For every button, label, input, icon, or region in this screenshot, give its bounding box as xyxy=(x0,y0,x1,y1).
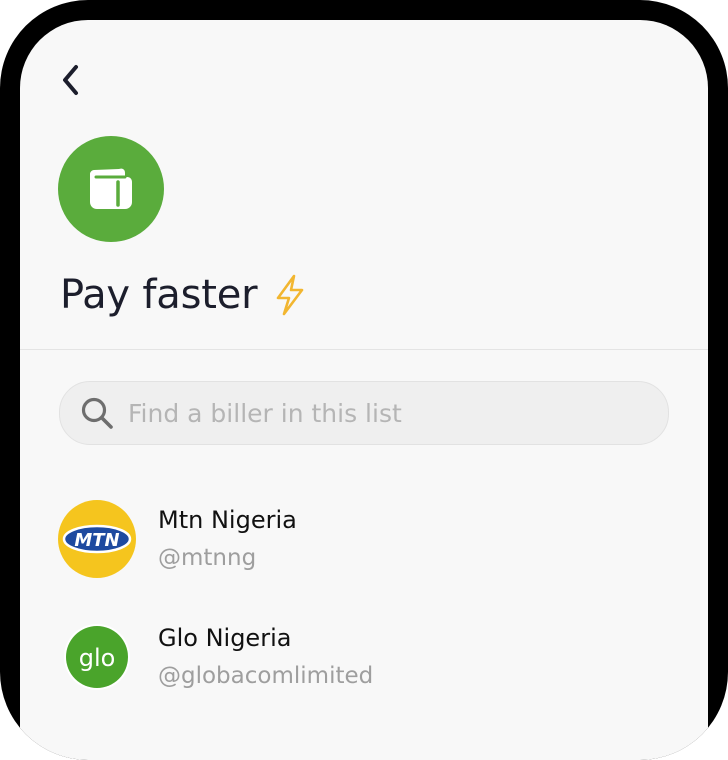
biller-handle: @globacomlimited xyxy=(158,663,374,689)
mtn-logo-graphic: MTN xyxy=(62,524,132,554)
chevron-left-icon xyxy=(63,65,78,95)
mtn-logo: MTN xyxy=(58,500,136,578)
glo-logo: glo xyxy=(64,624,130,690)
mtn-logo-text: MTN xyxy=(74,530,119,551)
phone-frame: Pay faster MTN Mtn Nigeria xyxy=(0,0,728,760)
biller-name: Mtn Nigeria xyxy=(158,506,297,534)
back-button[interactable] xyxy=(54,60,88,100)
glo-logo-text: glo xyxy=(79,644,116,672)
search-box[interactable] xyxy=(59,381,669,445)
lightning-bolt-icon xyxy=(277,274,304,316)
app-icon xyxy=(58,136,164,242)
glo-logo-graphic: glo xyxy=(66,626,128,688)
search-input[interactable] xyxy=(128,398,608,428)
page-title: Pay faster xyxy=(60,268,307,322)
biller-item-mtn[interactable]: MTN Mtn Nigeria @mtnng xyxy=(20,498,708,616)
biller-name: Glo Nigeria xyxy=(158,624,292,652)
header-divider xyxy=(20,349,708,350)
page-title-text: Pay faster xyxy=(60,272,258,318)
wallet-icon xyxy=(90,168,132,209)
screen: Pay faster MTN Mtn Nigeria xyxy=(20,20,708,760)
search-icon xyxy=(81,397,113,429)
biller-list: MTN Mtn Nigeria @mtnng glo Glo Nigeria @… xyxy=(20,498,708,734)
biller-handle: @mtnng xyxy=(158,545,257,571)
biller-item-glo[interactable]: glo Glo Nigeria @globacomlimited xyxy=(20,616,708,734)
